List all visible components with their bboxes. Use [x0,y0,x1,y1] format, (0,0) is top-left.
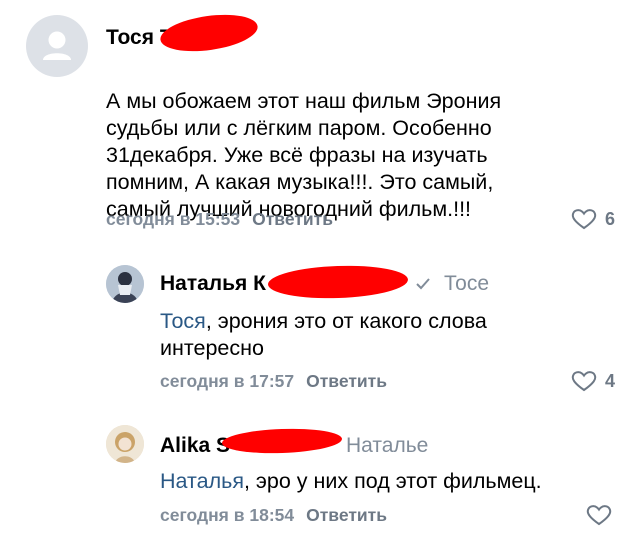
redaction-mark [158,9,260,57]
like-count: 6 [605,208,616,229]
heart-icon [571,209,597,230]
like-button[interactable]: 4 [571,370,615,392]
reply-button[interactable]: Ответить [306,505,387,525]
like-button[interactable] [586,504,612,526]
comment-time: сегодня в 18:54 [160,505,295,525]
user-photo [106,425,144,463]
mention-link[interactable]: Тося [160,309,206,333]
reply-button[interactable]: Ответить [306,371,387,391]
reply-arrow-icon [416,278,430,290]
comment-author[interactable]: Alika S [160,434,230,457]
comment-text: Наталья, эро у них под этот фильмец. [160,468,620,495]
mention-link[interactable]: Наталья [160,469,244,493]
avatar[interactable] [106,265,144,303]
reply-to-name[interactable]: Наталье [346,434,428,457]
avatar[interactable] [26,15,88,77]
heart-icon [586,505,612,526]
like-count: 4 [605,370,616,391]
comment-text: Тося, эрония это от какого слова интерес… [160,308,600,362]
redaction-mark [267,263,409,301]
like-button[interactable]: 6 [571,208,615,230]
comment-text-content: А мы обожаем этот наш фильм Эрония судьб… [106,89,502,221]
heart-icon [571,371,597,392]
comment-author[interactable]: Наталья К [160,272,266,295]
comment-text-content: , эро у них под этот фильмец. [243,469,542,493]
comment-text: А мы обожаем этот наш фильм Эрония судьб… [106,61,606,223]
comment-text-content: , эрония это от какого слова интересно [160,309,487,360]
reply-to-name[interactable]: Тосе [444,272,489,296]
user-photo [106,265,144,303]
comment-time: сегодня в 17:57 [160,371,295,391]
avatar[interactable] [106,425,144,463]
reply-button[interactable]: Ответить [252,209,333,229]
comment-time: сегодня в 15:53 [106,209,241,229]
redaction-mark [221,426,343,456]
user-placeholder-icon [43,31,71,60]
